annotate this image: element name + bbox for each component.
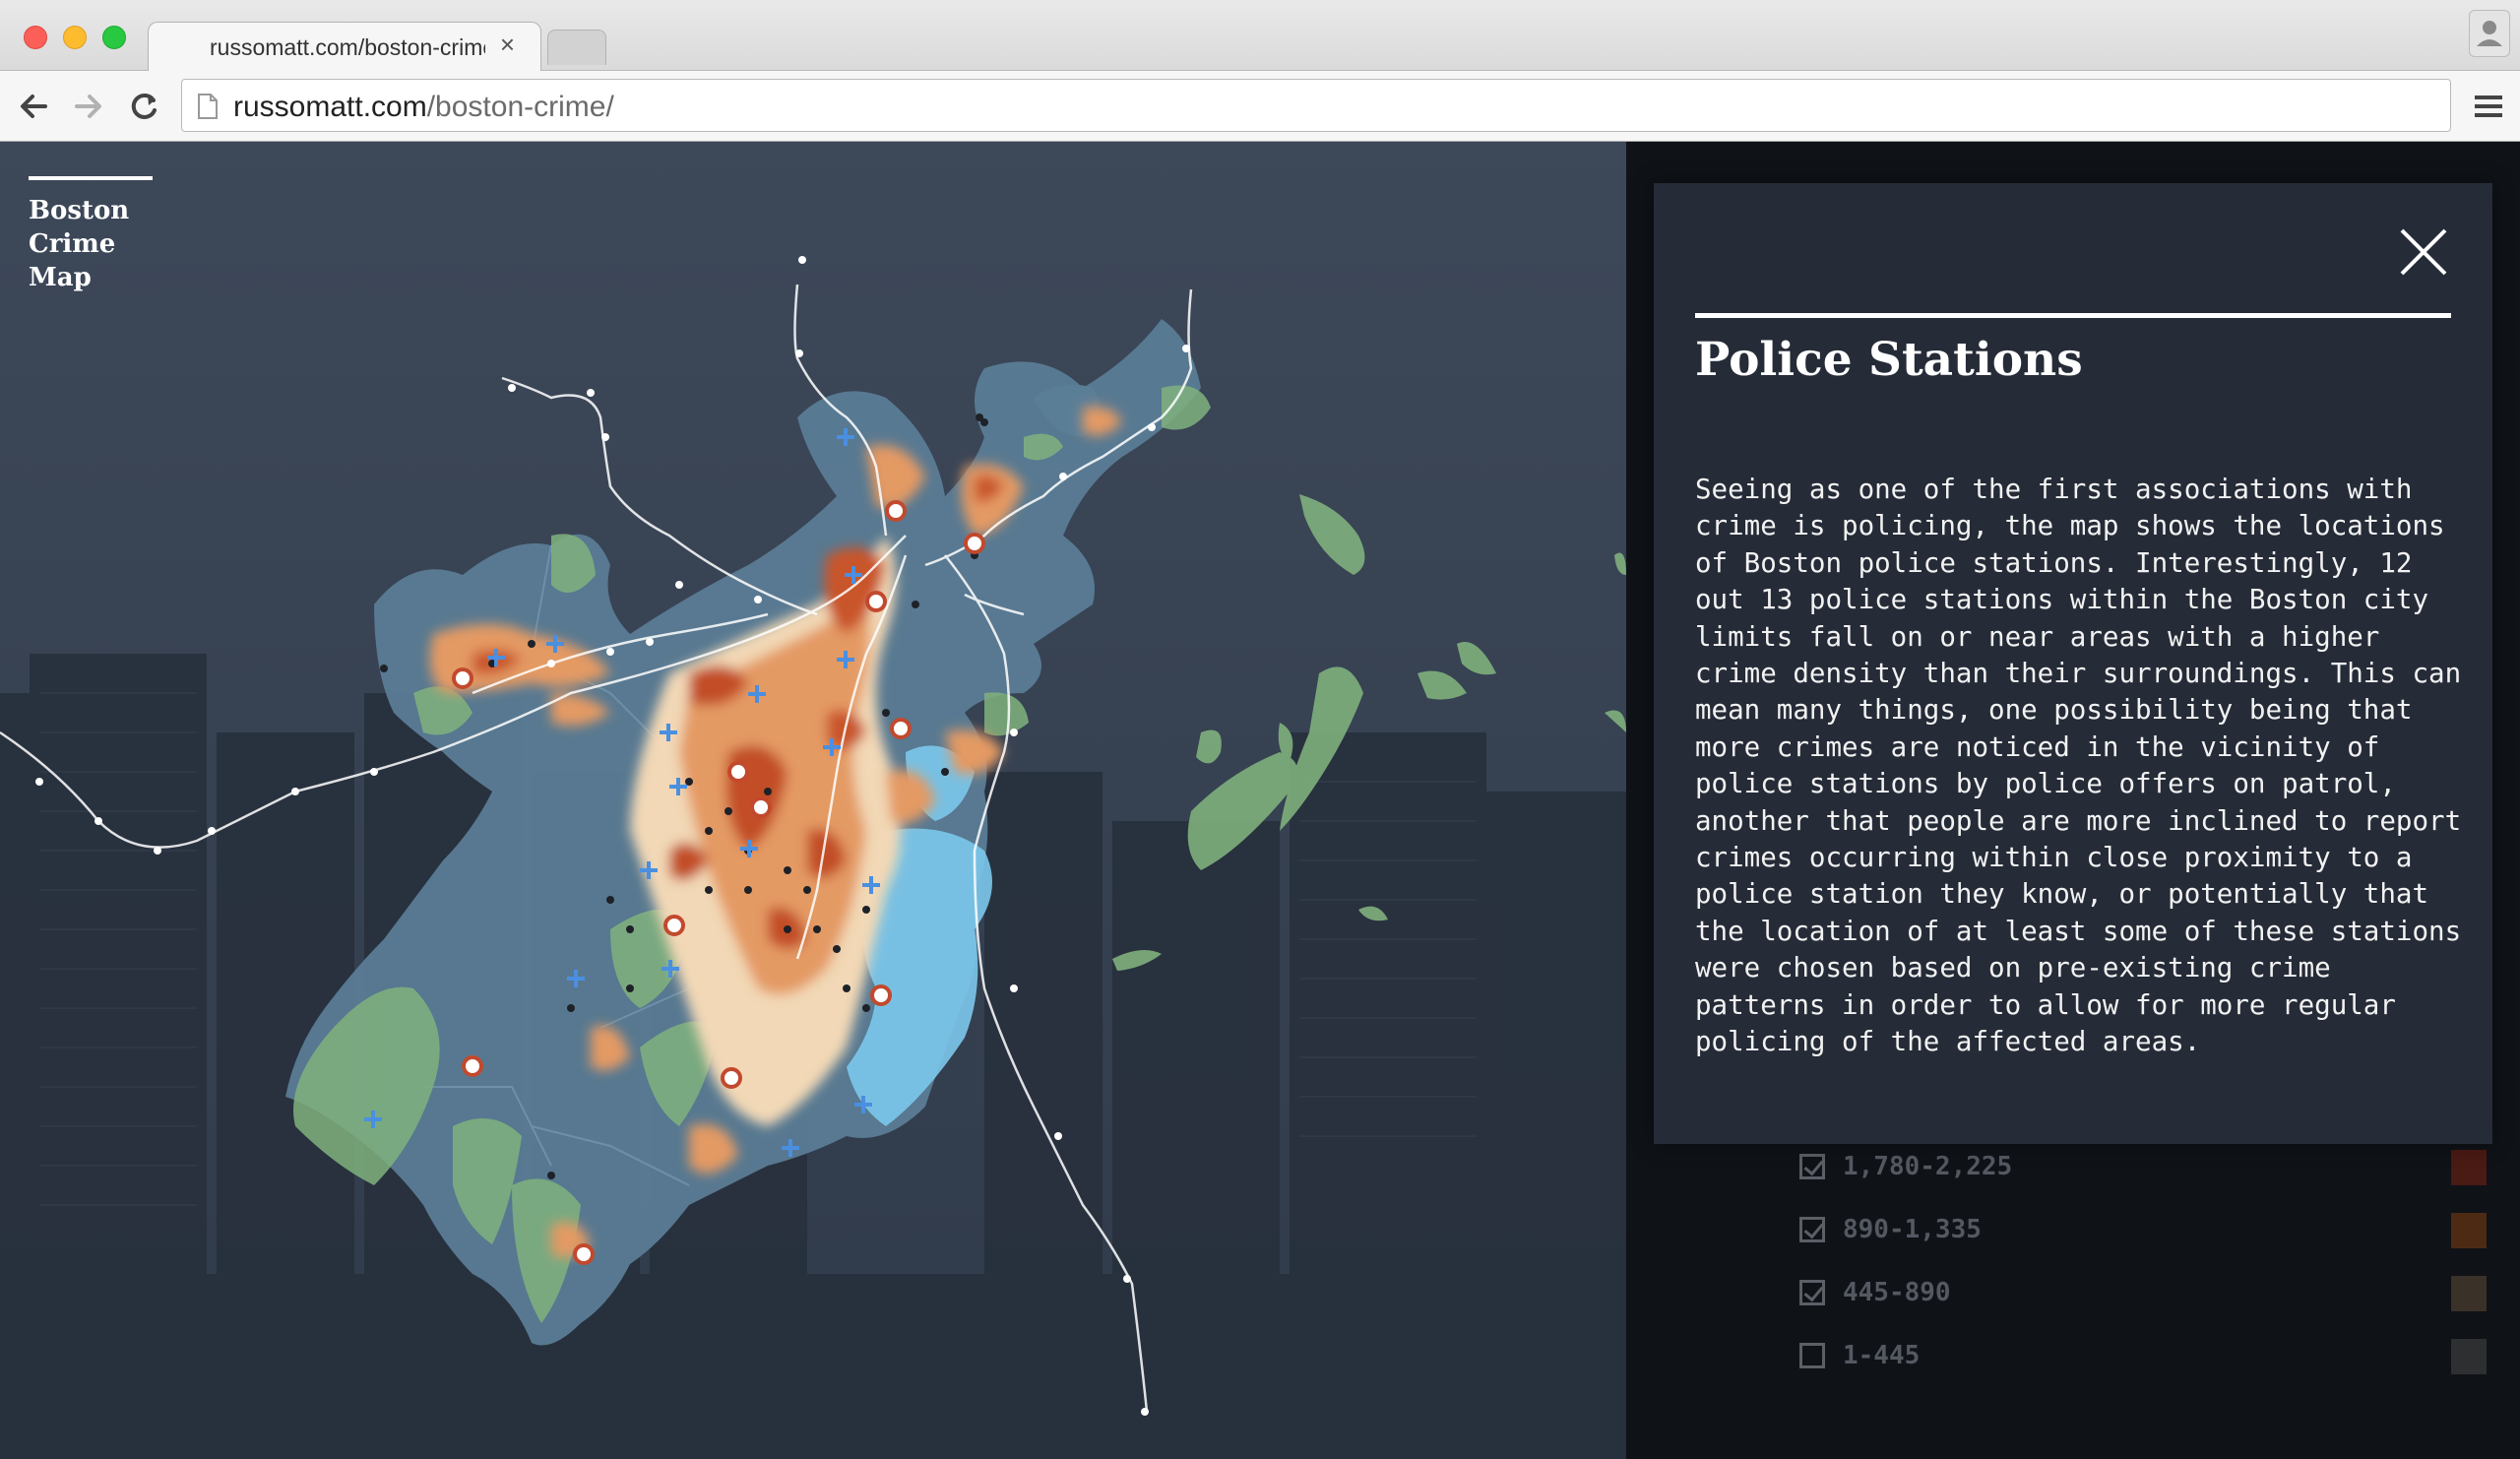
reload-icon[interactable] (124, 87, 163, 126)
tab-title: russomatt.com/boston-crime/ (210, 34, 485, 60)
app-title-line-2: Crime (29, 229, 116, 259)
back-arrow-icon[interactable] (14, 87, 53, 126)
menu-icon[interactable] (2469, 87, 2508, 126)
legend-swatch (2451, 1339, 2487, 1374)
app-title-line-3: Map (29, 263, 92, 292)
window-close-button[interactable] (24, 26, 47, 49)
legend-swatch (2451, 1150, 2487, 1185)
legend-label: 890-1,335 (1843, 1215, 1982, 1244)
legend-item[interactable]: 1,780-2,225 (1799, 1150, 2488, 1185)
new-tab-button[interactable] (547, 30, 606, 65)
legend-checkbox[interactable] (1799, 1154, 1825, 1179)
legend-checkbox[interactable] (1799, 1217, 1825, 1242)
window-minimize-button[interactable] (63, 26, 87, 49)
legend-item[interactable]: 1-445 (1799, 1339, 2488, 1374)
browser-tab-bar: russomatt.com/boston-crime/ × (0, 0, 2520, 71)
crime-map[interactable]: Boston Crime Map (0, 142, 1626, 1459)
browser-tab[interactable]: russomatt.com/boston-crime/ × (148, 22, 541, 71)
legend-item[interactable]: 890-1,335 (1799, 1213, 2488, 1248)
panel-divider (1695, 313, 2451, 318)
legend-label: 1-445 (1843, 1341, 1921, 1370)
profile-icon (2477, 21, 2502, 46)
map-canvas[interactable] (0, 142, 1626, 1459)
url-path: /boston-crime/ (426, 91, 614, 123)
profile-button[interactable] (2469, 10, 2510, 57)
window-zoom-button[interactable] (102, 26, 126, 49)
legend-label: 445-890 (1843, 1278, 1951, 1307)
info-panel: Police Stations Seeing as one of the fir… (1654, 183, 2492, 1144)
legend-swatch (2451, 1276, 2487, 1311)
page-icon (198, 94, 218, 119)
app-title-line-1: Boston (29, 196, 130, 225)
app-title[interactable]: Boston Crime Map (29, 176, 153, 294)
url-text: russomatt.com/boston-crime/ (233, 91, 614, 124)
address-bar[interactable]: russomatt.com/boston-crime/ (181, 79, 2451, 132)
page-viewport: Boston Crime Map 1,780-2,225 890-1,335 4… (0, 142, 2520, 1459)
panel-body-text: Seeing as one of the first associations … (1695, 474, 2462, 1058)
close-icon[interactable] (2396, 224, 2451, 280)
forward-arrow-icon[interactable] (69, 87, 108, 126)
url-host: russomatt.com (233, 91, 427, 123)
legend-checkbox[interactable] (1799, 1280, 1825, 1305)
legend-swatch (2451, 1213, 2487, 1248)
tab-close-button[interactable]: × (500, 32, 515, 57)
panel-title: Police Stations (1695, 333, 2083, 387)
legend-label: 1,780-2,225 (1843, 1152, 2013, 1181)
legend-item[interactable]: 445-890 (1799, 1276, 2488, 1311)
legend-checkbox[interactable] (1799, 1343, 1825, 1368)
